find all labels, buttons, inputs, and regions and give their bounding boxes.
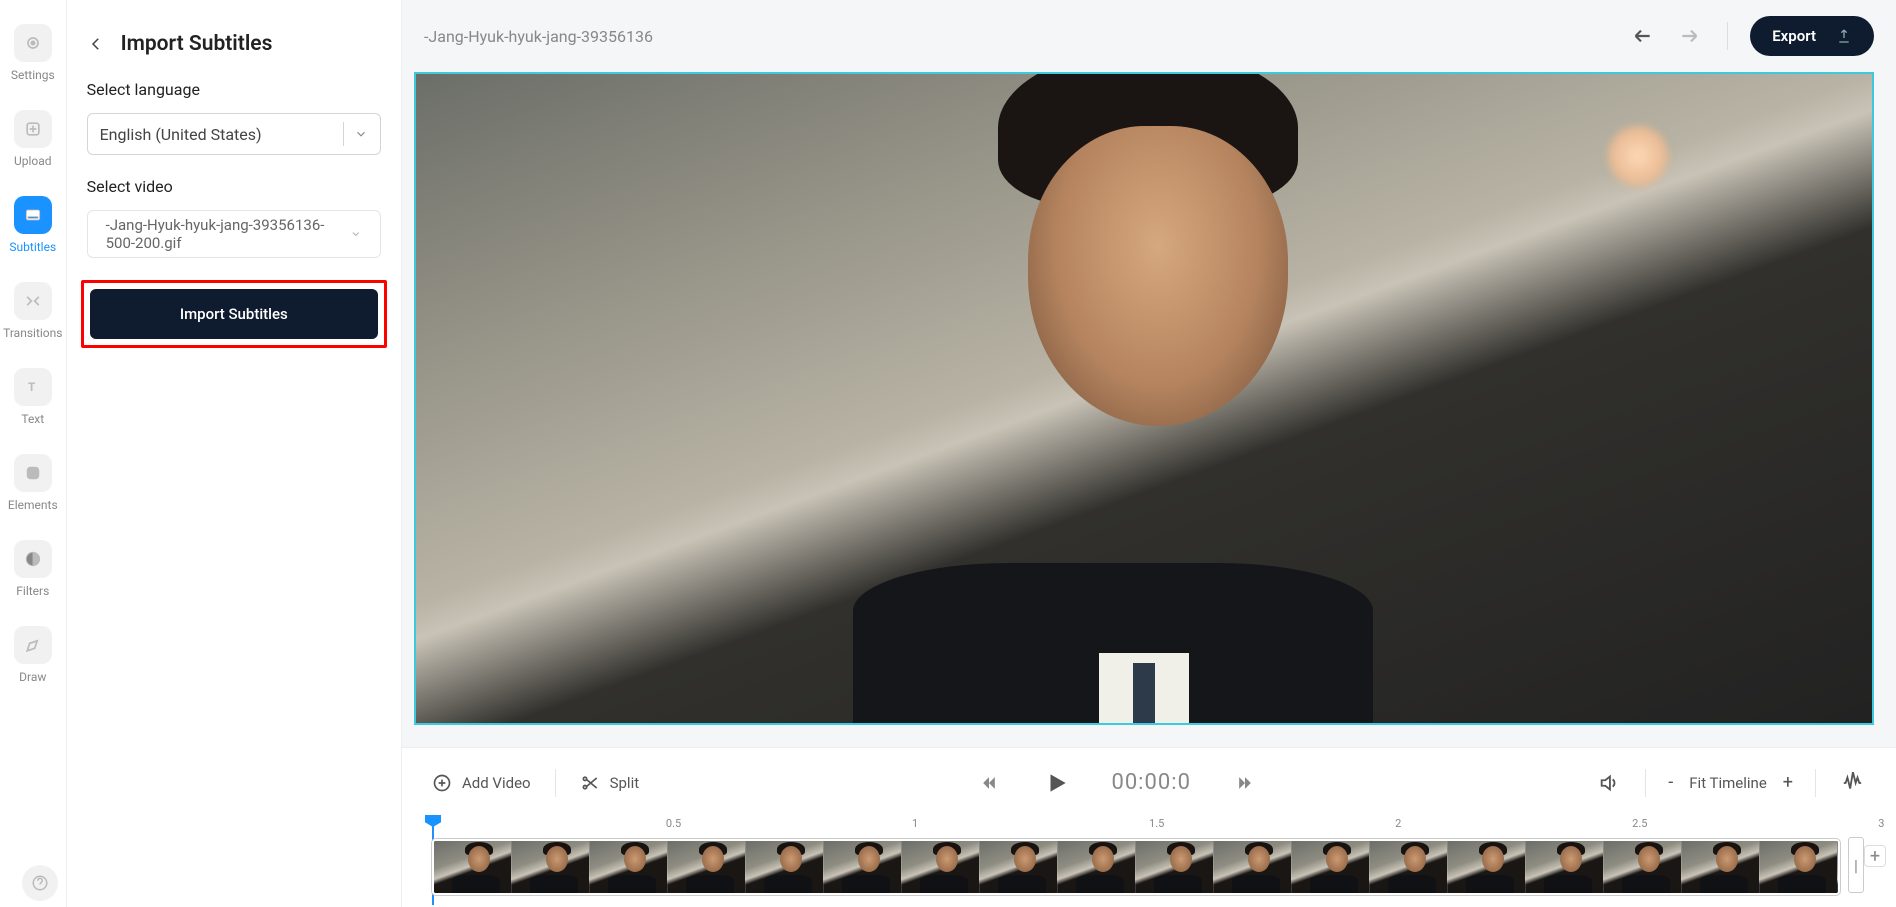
video-select[interactable]: -Jang-Hyuk-hyuk-jang-39356136-500-200.gi… (87, 210, 381, 258)
video-preview[interactable] (414, 72, 1874, 725)
project-title-input[interactable] (424, 27, 684, 46)
panel-title: Import Subtitles (121, 32, 273, 56)
filters-icon (14, 540, 52, 578)
undo-button[interactable] (1627, 22, 1655, 50)
ruler-tick: 3 (1878, 817, 1884, 830)
chevron-down-icon (354, 127, 368, 141)
left-rail: Settings Upload Subtitles Transitions T … (0, 0, 66, 907)
rail-item-elements[interactable]: Elements (8, 454, 58, 512)
timeline-ruler[interactable]: 0.5 1 1.5 2 2.5 3 (432, 817, 1896, 837)
play-button[interactable] (1043, 769, 1071, 797)
upload-icon (14, 110, 52, 148)
rail-label: Settings (11, 68, 55, 82)
next-button[interactable] (1231, 769, 1259, 797)
text-icon: T (14, 368, 52, 406)
zoom-out-button[interactable]: - (1668, 772, 1673, 793)
help-button-wrap (0, 865, 80, 901)
ruler-tick: 2.5 (1632, 817, 1647, 830)
transitions-icon (14, 282, 52, 320)
video-clip[interactable] (432, 839, 1840, 895)
subtitles-icon (14, 196, 52, 234)
rail-label: Filters (16, 584, 49, 598)
side-panel: Import Subtitles Select language English… (66, 0, 402, 907)
elements-icon (14, 454, 52, 492)
rail-item-text[interactable]: T Text (14, 368, 52, 426)
rail-item-upload[interactable]: Upload (14, 110, 52, 168)
rail-item-filters[interactable]: Filters (14, 540, 52, 598)
rail-label: Transitions (3, 326, 62, 340)
rail-item-transitions[interactable]: Transitions (3, 282, 62, 340)
main-area: Export Add Video Split 00:00:0 (402, 0, 1896, 907)
split-button[interactable]: Split (580, 773, 640, 793)
rail-label: Subtitles (9, 240, 56, 254)
rail-item-subtitles[interactable]: Subtitles (9, 196, 56, 254)
rail-item-settings[interactable]: Settings (11, 24, 55, 82)
draw-icon (14, 626, 52, 664)
timeline[interactable]: 0.5 1 1.5 2 2.5 3 | (402, 817, 1896, 907)
redo-button[interactable] (1677, 22, 1705, 50)
zoom-in-button[interactable]: + (1783, 772, 1793, 793)
add-track-button[interactable]: + (1864, 845, 1886, 867)
volume-button[interactable] (1595, 769, 1623, 797)
video-label: Select video (67, 177, 401, 210)
ruler-tick: 1 (912, 817, 918, 830)
rail-item-draw[interactable]: Draw (14, 626, 52, 684)
back-button[interactable] (87, 35, 105, 53)
main-header: Export (402, 0, 1896, 72)
panel-header: Import Subtitles (67, 32, 401, 80)
prev-button[interactable] (975, 769, 1003, 797)
clip-handle[interactable]: | (1848, 837, 1864, 893)
ruler-tick: 2 (1395, 817, 1401, 830)
import-subtitles-button[interactable]: Import Subtitles (90, 289, 378, 339)
language-label: Select language (67, 80, 401, 113)
rail-label: Draw (19, 670, 46, 684)
ruler-tick: 0.5 (666, 817, 681, 830)
language-select[interactable]: English (United States) (87, 113, 381, 155)
rail-label: Upload (14, 154, 52, 168)
export-button[interactable]: Export (1750, 16, 1874, 56)
time-display: 00:00:0 (1111, 770, 1190, 795)
rail-label: Text (21, 412, 44, 426)
controls-row: Add Video Split 00:00:0 - Fit Timeline + (402, 747, 1896, 817)
svg-text:T: T (28, 380, 35, 394)
fit-timeline-button[interactable]: Fit Timeline (1689, 774, 1767, 792)
rail-label: Elements (8, 498, 58, 512)
ruler-tick: 1.5 (1149, 817, 1164, 830)
waveform-button[interactable] (1838, 769, 1866, 797)
settings-icon (14, 24, 52, 62)
add-video-button[interactable]: Add Video (432, 773, 531, 793)
video-value: -Jang-Hyuk-hyuk-jang-39356136-500-200.gi… (106, 216, 351, 252)
help-icon[interactable] (22, 865, 58, 901)
import-button-highlight: Import Subtitles (81, 280, 387, 348)
language-value: English (United States) (100, 125, 262, 144)
chevron-down-icon (350, 227, 362, 241)
export-icon (1836, 28, 1852, 44)
preview-area (402, 72, 1896, 747)
